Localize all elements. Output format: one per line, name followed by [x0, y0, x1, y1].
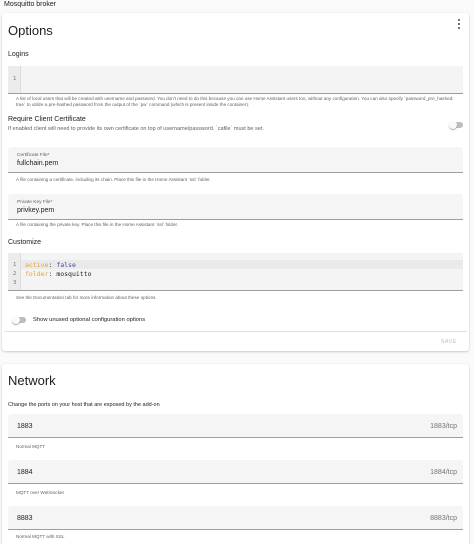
- addon-title: Mosquitto broker: [4, 1, 57, 8]
- show-unused-label: Show unused optional configuration optio…: [33, 317, 146, 323]
- show-unused-toggle[interactable]: [12, 316, 26, 324]
- port-input[interactable]: 1884: [17, 469, 33, 476]
- customize-helper: See the Documentation tab for more infor…: [16, 295, 157, 300]
- active-line-highlight: [21, 260, 463, 269]
- port-field-1884[interactable]: 1884 1884/tcp: [8, 460, 463, 484]
- network-title: Network: [8, 373, 56, 388]
- keyfile-input[interactable]: privkey.pem: [17, 207, 54, 214]
- port-suffix: 1883/tcp: [430, 423, 457, 430]
- customize-line-number: 2: [13, 271, 17, 277]
- logins-helper: A list of local users that will be creat…: [16, 96, 454, 107]
- require-cert-toggle[interactable]: [449, 121, 463, 129]
- options-card: Options Logins 1 A list of local users t…: [2, 13, 469, 351]
- customize-line-number: 1: [13, 262, 17, 268]
- toggle-knob: [449, 121, 457, 129]
- keyfile-field[interactable]: Private Key File* privkey.pem: [8, 194, 463, 220]
- code-key: folder: [25, 270, 49, 278]
- network-card: Network Change the ports on your host th…: [2, 364, 469, 544]
- certfile-input[interactable]: fullchain.pem: [17, 160, 58, 167]
- code-value: false: [56, 261, 76, 269]
- logins-label: Logins: [8, 51, 29, 58]
- certfile-helper: A file containing a certificate, includi…: [16, 177, 211, 182]
- logins-line-number: 1: [13, 76, 17, 82]
- customize-line-number: 3: [13, 280, 17, 286]
- port-field-8883[interactable]: 8883 8883/tcp: [8, 506, 463, 530]
- save-button[interactable]: SAVE: [441, 339, 457, 345]
- require-cert-label: Require Client Certificate: [8, 116, 86, 123]
- code-line: folder: mosquitto: [25, 270, 92, 278]
- port-suffix: 1884/tcp: [430, 469, 457, 476]
- port-helper: Normal MQTT: [16, 444, 46, 449]
- keyfile-label: Private Key File*: [17, 200, 53, 205]
- customize-editor[interactable]: 1 2 3 active: false folder: mosquitto: [8, 253, 463, 291]
- certfile-field[interactable]: Certificate File* fullchain.pem: [8, 147, 463, 173]
- port-helper: MQTT over WebSocket: [16, 490, 64, 495]
- customize-label: Customize: [8, 239, 42, 246]
- port-helper: Normal MQTT with SSL: [16, 534, 65, 539]
- options-title: Options: [8, 23, 53, 38]
- card-divider: [4, 331, 467, 332]
- code-key: active: [25, 261, 49, 269]
- network-description: Change the ports on your host that are e…: [8, 402, 160, 408]
- require-cert-description: If enabled client will need to provide i…: [8, 126, 264, 132]
- certfile-label: Certificate File*: [17, 153, 50, 158]
- toggle-knob: [12, 316, 20, 324]
- port-suffix: 8883/tcp: [430, 515, 457, 522]
- port-input[interactable]: 8883: [17, 515, 33, 522]
- logins-editor[interactable]: 1: [8, 66, 463, 94]
- port-input[interactable]: 1883: [17, 423, 33, 430]
- top-bar: Mosquitto broker: [0, 0, 474, 12]
- port-field-1883[interactable]: 1883 1883/tcp: [8, 414, 463, 438]
- more-options-icon[interactable]: [457, 19, 461, 29]
- code-line: active: false: [25, 261, 76, 269]
- keyfile-helper: A file containing the private key. Place…: [16, 222, 179, 227]
- code-value: mosquitto: [56, 270, 92, 278]
